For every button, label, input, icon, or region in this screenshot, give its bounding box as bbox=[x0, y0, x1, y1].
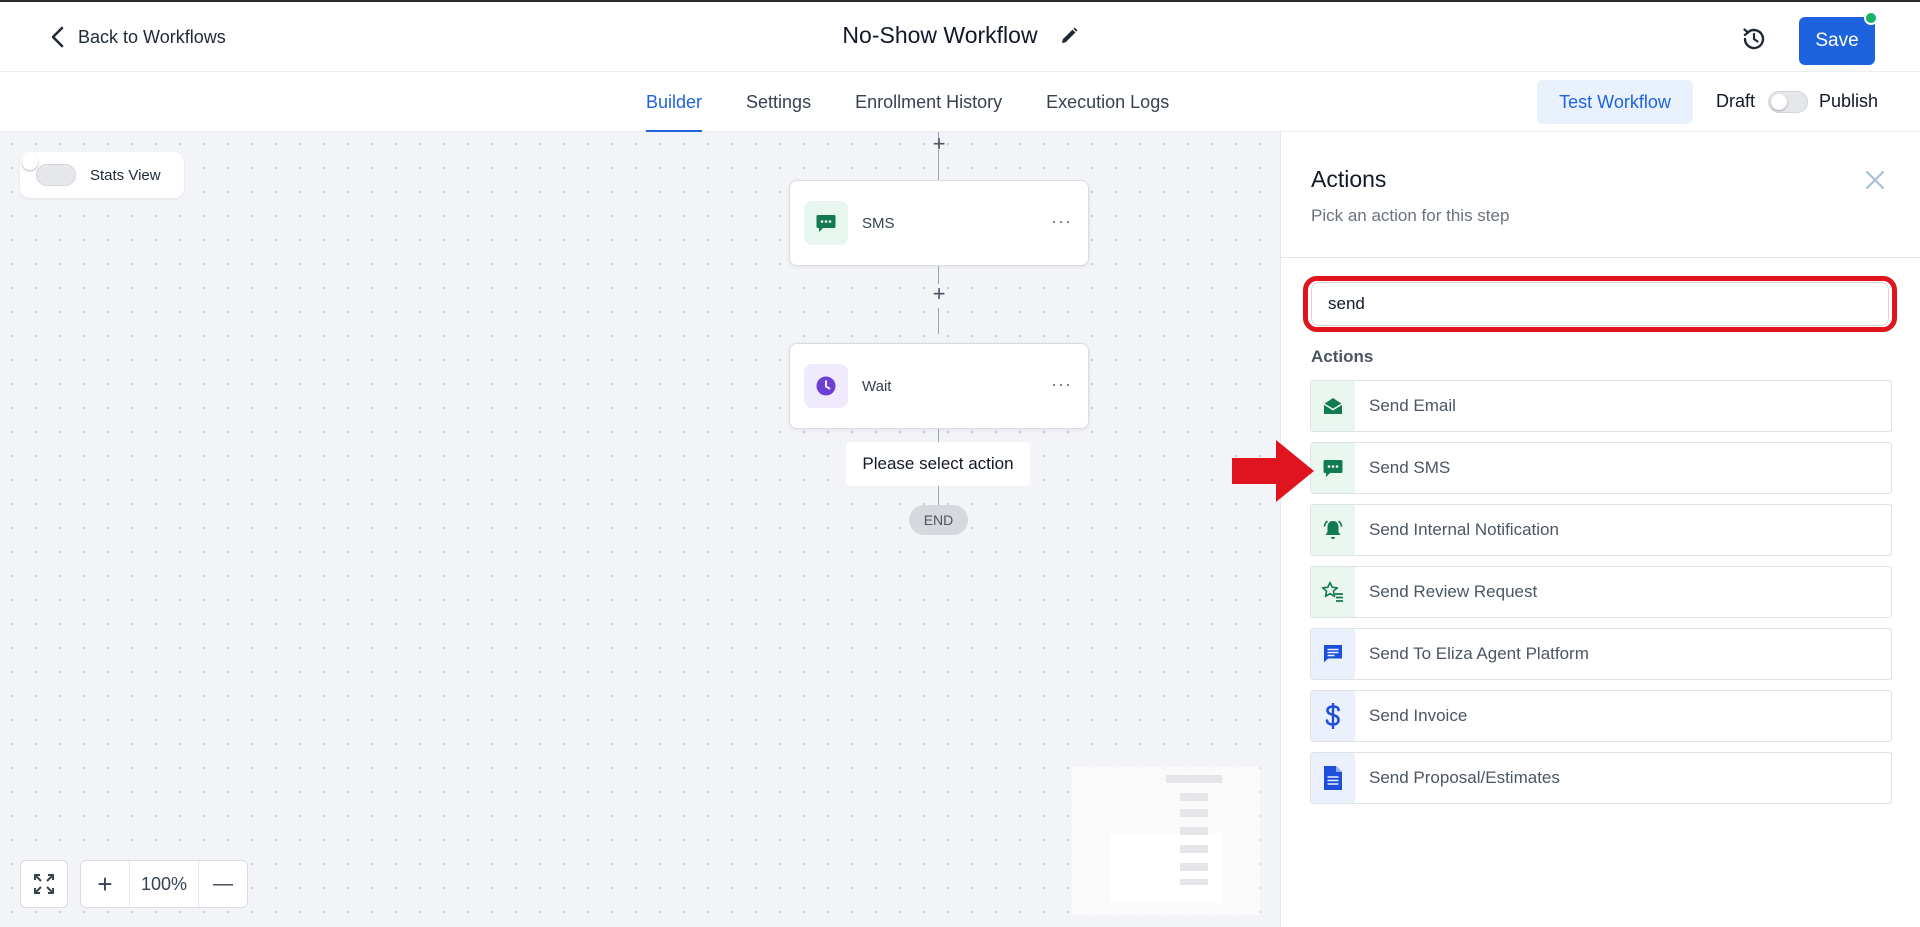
select-action-placeholder[interactable]: Please select action bbox=[846, 442, 1030, 486]
test-workflow-button[interactable]: Test Workflow bbox=[1537, 80, 1693, 124]
action-search-input[interactable] bbox=[1311, 282, 1889, 326]
panel-subtitle: Pick an action for this step bbox=[1311, 206, 1510, 225]
tab-bar: Builder Settings Enrollment History Exec… bbox=[646, 72, 1213, 132]
node-icon-wrapper bbox=[804, 364, 848, 408]
stats-view-label: Stats View bbox=[90, 166, 161, 184]
zoom-out-button[interactable]: — bbox=[199, 861, 247, 907]
red-arrow-annotation-icon bbox=[1232, 440, 1314, 502]
actions-panel: Actions Pick an action for this step Act… bbox=[1280, 132, 1920, 927]
action-icon-wrapper bbox=[1311, 753, 1355, 803]
tab-settings[interactable]: Settings bbox=[746, 72, 811, 132]
node-icon-wrapper bbox=[804, 201, 848, 245]
add-step-plus[interactable]: + bbox=[929, 133, 949, 155]
action-icon-wrapper bbox=[1311, 443, 1355, 493]
tab-execution-logs[interactable]: Execution Logs bbox=[1046, 72, 1169, 132]
star-list-icon bbox=[1321, 581, 1343, 602]
action-label: Send SMS bbox=[1369, 458, 1451, 477]
node-label: Wait bbox=[862, 377, 892, 395]
actions-section-label: Actions bbox=[1311, 347, 1374, 366]
action-send-invoice[interactable]: Send Invoice bbox=[1310, 690, 1892, 742]
pencil-icon[interactable] bbox=[1060, 27, 1078, 45]
envelope-open-icon bbox=[1323, 398, 1343, 414]
action-send-review-request[interactable]: Send Review Request bbox=[1310, 566, 1892, 618]
action-icon-wrapper bbox=[1311, 381, 1355, 431]
connector-line bbox=[938, 486, 939, 505]
action-label: Send Proposal/Estimates bbox=[1369, 768, 1560, 787]
history-icon[interactable] bbox=[1741, 26, 1767, 52]
draft-label: Draft bbox=[1716, 91, 1756, 111]
action-icon-wrapper bbox=[1311, 629, 1355, 679]
document-icon bbox=[1324, 766, 1342, 790]
tab-enrollment-history[interactable]: Enrollment History bbox=[855, 72, 1002, 132]
sub-navigation: Builder Settings Enrollment History Exec… bbox=[0, 72, 1920, 132]
workflow-node-sms[interactable]: SMS ··· bbox=[789, 180, 1089, 266]
connector-line bbox=[938, 150, 939, 180]
dollar-icon bbox=[1325, 703, 1340, 729]
unsaved-indicator-dot bbox=[1864, 11, 1878, 25]
action-send-email[interactable]: Send Email bbox=[1310, 380, 1892, 432]
more-options-icon[interactable]: ··· bbox=[1051, 211, 1072, 232]
tab-builder[interactable]: Builder bbox=[646, 72, 703, 132]
fit-view-button[interactable] bbox=[20, 860, 68, 908]
workflow-title: No-Show Workflow bbox=[842, 22, 1038, 48]
action-send-internal-notification[interactable]: Send Internal Notification bbox=[1310, 504, 1892, 556]
zoom-level: 100% bbox=[129, 861, 199, 907]
zoom-in-button[interactable]: + bbox=[81, 861, 129, 907]
clock-icon bbox=[816, 376, 836, 396]
minimap-block bbox=[1180, 879, 1208, 885]
minimap-block bbox=[1180, 809, 1208, 817]
close-icon[interactable] bbox=[1863, 168, 1887, 192]
sms-icon bbox=[1323, 460, 1343, 477]
workflow-node-wait[interactable]: Wait ··· bbox=[789, 343, 1089, 429]
panel-title: Actions bbox=[1311, 166, 1387, 192]
stats-view-control: Stats View bbox=[20, 152, 184, 198]
bell-icon bbox=[1323, 520, 1343, 539]
more-options-icon[interactable]: ··· bbox=[1051, 374, 1072, 395]
minimap-block bbox=[1166, 775, 1222, 783]
publish-label: Publish bbox=[1819, 91, 1879, 111]
publish-toggle[interactable] bbox=[1768, 91, 1808, 113]
sms-icon bbox=[816, 215, 836, 232]
connector-line bbox=[938, 429, 939, 442]
node-label: SMS bbox=[862, 214, 895, 232]
top-bar: Back to Workflows No-Show Workflow Save bbox=[0, 0, 1920, 72]
action-icon-wrapper bbox=[1311, 567, 1355, 617]
workflow-title-container: No-Show Workflow bbox=[0, 22, 1920, 49]
minimap[interactable] bbox=[1072, 767, 1260, 915]
minimap-block bbox=[1180, 845, 1208, 853]
action-icon-wrapper bbox=[1311, 505, 1355, 555]
panel-divider bbox=[1281, 257, 1920, 258]
zoom-controls: + 100% — bbox=[80, 860, 248, 908]
action-send-to-eliza-agent-platform[interactable]: Send To Eliza Agent Platform bbox=[1310, 628, 1892, 680]
action-label: Send Email bbox=[1369, 396, 1456, 415]
minimap-block bbox=[1180, 827, 1208, 835]
action-label: Send Internal Notification bbox=[1369, 520, 1559, 539]
action-label: Send To Eliza Agent Platform bbox=[1369, 644, 1589, 663]
action-label: Send Review Request bbox=[1369, 582, 1538, 601]
connector-line bbox=[938, 308, 939, 334]
stats-view-toggle[interactable] bbox=[36, 164, 76, 186]
workflow-canvas[interactable]: Stats View + SMS ··· + Wait ··· Please s… bbox=[0, 132, 1280, 927]
action-list: Send Email Send SMS Send Internal Notifi… bbox=[1310, 380, 1892, 814]
action-label: Send Invoice bbox=[1369, 706, 1468, 725]
end-node: END bbox=[909, 505, 968, 535]
minimap-block bbox=[1180, 863, 1208, 871]
minimap-block bbox=[1180, 793, 1208, 801]
action-send-proposal-estimates[interactable]: Send Proposal/Estimates bbox=[1310, 752, 1892, 804]
action-icon-wrapper bbox=[1311, 691, 1355, 741]
add-step-plus[interactable]: + bbox=[929, 283, 949, 305]
save-button[interactable]: Save bbox=[1799, 17, 1875, 65]
chat-icon bbox=[1324, 645, 1342, 663]
action-send-sms[interactable]: Send SMS bbox=[1310, 442, 1892, 494]
expand-icon bbox=[34, 874, 54, 894]
